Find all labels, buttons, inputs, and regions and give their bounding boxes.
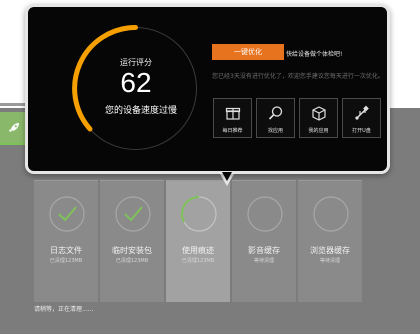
- cleanup-card-list: 日志文件 已清理123MB 临时安装包 已清理123MB 使用痕迹 已清理123…: [34, 180, 364, 302]
- card-label: 使用痕迹: [182, 246, 214, 255]
- card-media-cache[interactable]: 影音缓存 等待清理: [232, 180, 296, 302]
- card-label: 影音缓存: [248, 246, 280, 255]
- card-status: 已清理123MB: [49, 258, 83, 264]
- tool-daily-picks[interactable]: 每日推荐: [213, 98, 252, 138]
- check-circle-icon: [49, 196, 85, 232]
- card-browser-cache[interactable]: 浏览器缓存 等待清理: [298, 180, 362, 302]
- active-indicator: [0, 143, 28, 145]
- sidebar-tab-speedup[interactable]: [0, 112, 28, 144]
- card-log-files[interactable]: 日志文件 已清理123MB: [34, 180, 98, 302]
- speed-score-popup: 运行评分 62 您的设备速度过慢 一键优化 快给设备做个体检吧! 您已经3天没有…: [25, 4, 390, 174]
- optimize-hint: 您已经3天没有进行优化了，欢迎您手建议您每天进行一次优化。: [212, 73, 384, 80]
- empty-circle-icon: [247, 196, 283, 232]
- search-icon: [268, 106, 283, 120]
- tool-label: 每日推荐: [222, 128, 243, 134]
- tool-grid: 每日推荐 找应用 我的应用 打开U盘: [213, 98, 385, 138]
- card-status: 等待清理: [253, 258, 274, 264]
- tool-open-usb[interactable]: 打开U盘: [342, 98, 381, 138]
- speed-description: 您的设备速度过慢: [104, 106, 177, 116]
- tool-my-apps[interactable]: 我的应用: [299, 98, 338, 138]
- progress-ring-icon: [181, 196, 217, 232]
- score-value: 62: [120, 67, 152, 98]
- optimize-message: 快给设备做个体检吧!: [286, 51, 343, 58]
- card-label: 日志文件: [50, 246, 82, 255]
- divider: [0, 103, 28, 106]
- gift-icon: [225, 107, 241, 120]
- card-usage-traces[interactable]: 使用痕迹 已清理123MB: [166, 180, 230, 302]
- optimize-button[interactable]: 一键优化: [212, 44, 284, 60]
- empty-circle-icon: [313, 196, 349, 232]
- cleanup-status-text: 请稍等，正在清理......: [34, 306, 94, 313]
- check-circle-icon: [115, 196, 151, 232]
- card-label: 临时安装包: [112, 246, 152, 255]
- card-status: 已清理123MB: [181, 258, 215, 264]
- tool-label: 找应用: [267, 128, 283, 134]
- usb-icon: [355, 105, 369, 120]
- card-temp-packages[interactable]: 临时安装包 已清理123MB: [100, 180, 164, 302]
- tool-label: 打开U盘: [352, 128, 371, 134]
- tool-find-apps[interactable]: 找应用: [256, 98, 295, 138]
- popup-pointer-inner: [222, 172, 232, 181]
- rocket-icon: [9, 123, 19, 132]
- tool-label: 我的应用: [308, 128, 329, 134]
- card-label: 浏览器缓存: [310, 246, 350, 255]
- card-status: 已清理123MB: [115, 258, 149, 264]
- card-status: 等待清理: [319, 258, 340, 264]
- box-icon: [312, 106, 326, 121]
